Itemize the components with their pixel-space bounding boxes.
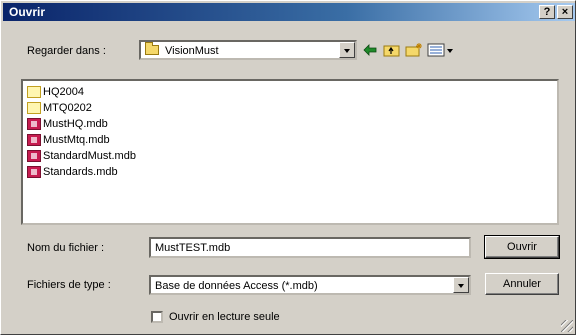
cancel-button[interactable]: Annuler [485,273,559,295]
filename-input[interactable] [151,239,469,256]
filetype-label: Fichiers de type : [27,279,111,291]
filetype-value: Base de données Access (*.mdb) [155,280,318,292]
access-file-icon [27,134,41,146]
view-menu-icon[interactable] [427,42,455,58]
close-button[interactable]: × [557,5,573,19]
new-folder-icon[interactable] [405,42,423,58]
title-bar[interactable]: Ouvrir ? × [3,3,575,21]
readonly-label[interactable]: Ouvrir en lecture seule [169,311,280,323]
open-dialog: Ouvrir ? × Regarder dans : VisionMust HQ… [0,0,576,335]
access-file-icon [27,150,41,162]
access-file-icon [27,118,41,130]
chevron-down-icon[interactable] [453,277,469,293]
back-icon[interactable] [361,42,379,58]
chevron-down-icon[interactable] [339,42,355,58]
up-folder-icon[interactable] [383,42,401,58]
filetype-combo[interactable]: Base de données Access (*.mdb) [149,275,471,295]
lookin-combo[interactable]: VisionMust [139,40,357,60]
file-list[interactable]: HQ2004 MTQ0202 MustHQ.mdb MustMtq.mdb St… [21,79,559,225]
folder-icon [145,42,159,55]
folder-icon [27,86,41,98]
lookin-label: Regarder dans : [27,45,106,57]
dialog-title: Ouvrir [9,5,46,19]
open-button[interactable]: Ouvrir [484,235,560,259]
filename-field[interactable] [149,237,471,258]
readonly-checkbox[interactable] [151,311,163,323]
resize-grip[interactable] [561,320,573,332]
filename-label: Nom du fichier : [27,242,105,254]
help-button[interactable]: ? [539,5,555,19]
lookin-value: VisionMust [165,45,219,57]
folder-icon [27,102,41,114]
access-file-icon [27,166,41,178]
